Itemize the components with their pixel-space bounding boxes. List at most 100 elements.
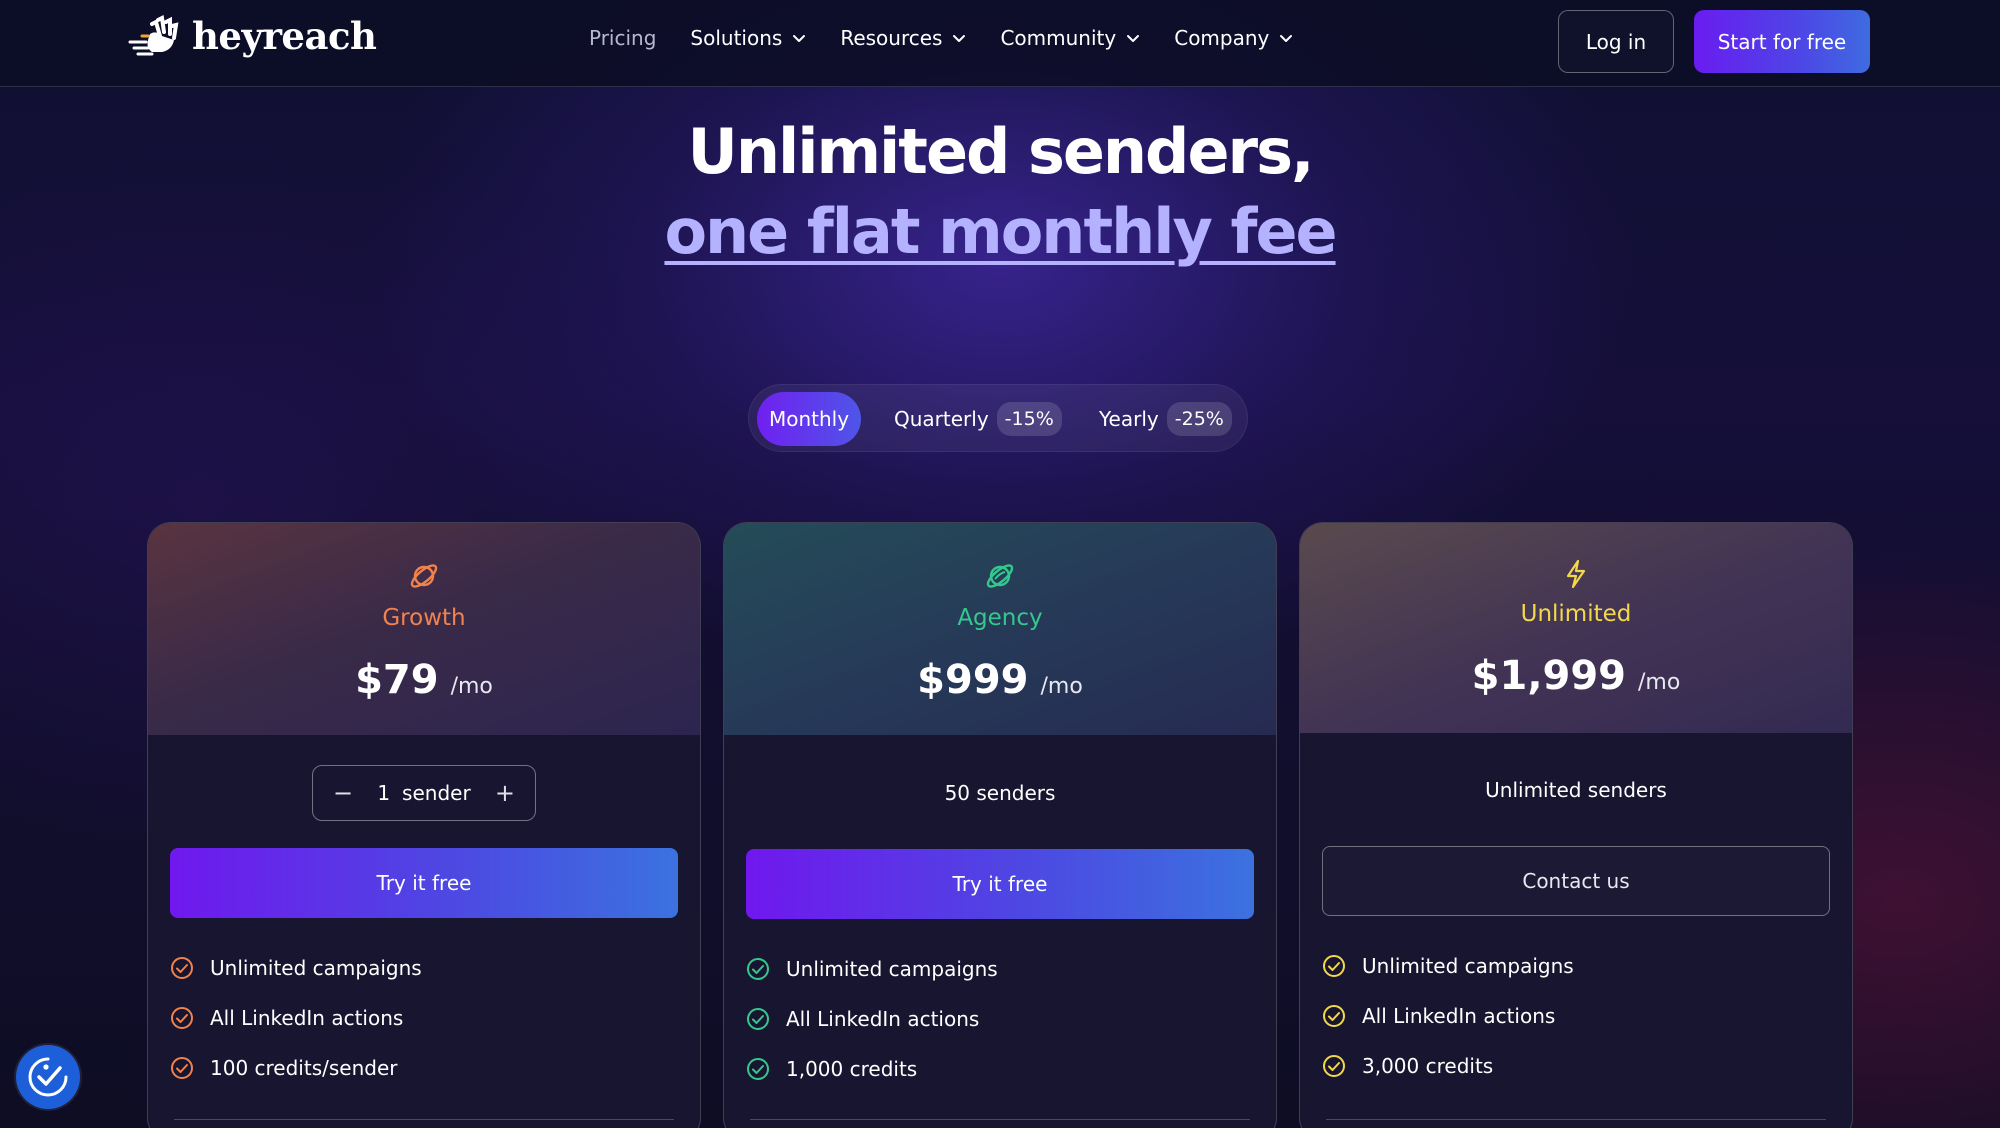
senders-label: Unlimited senders bbox=[1485, 778, 1667, 802]
chevron-down-icon bbox=[1280, 35, 1293, 42]
increment-button[interactable]: + bbox=[493, 779, 517, 807]
planet-icon bbox=[410, 564, 438, 588]
list-item: All LinkedIn actions bbox=[746, 994, 1254, 1044]
toggle-monthly-label: Monthly bbox=[768, 407, 850, 431]
nav-community[interactable]: Community bbox=[1000, 26, 1140, 50]
plan-card-growth: Growth $79 /mo − 1 sender + Try it free … bbox=[147, 522, 701, 1128]
nav-pricing[interactable]: Pricing bbox=[589, 26, 656, 50]
plan-period: /mo bbox=[450, 674, 493, 699]
plan-header-growth: Growth $79 /mo bbox=[148, 523, 700, 735]
divider bbox=[1326, 1119, 1826, 1120]
toggle-yearly-label: Yearly bbox=[1099, 407, 1159, 431]
plan-header-unlimited: Unlimited $1,999 /mo bbox=[1300, 523, 1852, 733]
lightning-icon bbox=[1566, 559, 1586, 589]
feature-label: Unlimited campaigns bbox=[1362, 954, 1574, 978]
price-row: $1,999 /mo bbox=[1472, 653, 1681, 699]
nav-company-label: Company bbox=[1174, 26, 1270, 50]
login-button[interactable]: Log in bbox=[1558, 10, 1674, 73]
hero-title: Unlimited senders, bbox=[687, 115, 1314, 188]
decrement-button[interactable]: − bbox=[331, 779, 355, 807]
list-item: 100 credits/sender bbox=[170, 1043, 678, 1093]
plan-price: $999 bbox=[917, 657, 1029, 703]
toggle-quarterly-label: Quarterly bbox=[894, 407, 989, 431]
plan-price: $79 bbox=[355, 657, 439, 703]
nav-solutions[interactable]: Solutions bbox=[690, 26, 806, 50]
nav-company[interactable]: Company bbox=[1174, 26, 1293, 50]
hero-section: Unlimited senders, one flat monthly fee bbox=[0, 112, 2000, 272]
waving-hand-icon bbox=[128, 14, 179, 56]
nav-resources[interactable]: Resources bbox=[840, 26, 966, 50]
feature-label: 100 credits/sender bbox=[210, 1056, 398, 1080]
list-item: Unlimited campaigns bbox=[746, 944, 1254, 994]
feature-list: Unlimited campaigns All LinkedIn actions… bbox=[746, 944, 1254, 1094]
plan-name: Growth bbox=[382, 605, 466, 631]
plan-period: /mo bbox=[1040, 674, 1083, 699]
check-circle-icon bbox=[1323, 1005, 1345, 1027]
billing-period-toggle: Monthly Quarterly -15% Yearly -25% bbox=[748, 384, 1248, 452]
plan-name: Agency bbox=[957, 605, 1043, 631]
feature-list: Unlimited campaigns All LinkedIn actions… bbox=[1322, 941, 1830, 1091]
try-it-free-button[interactable]: Try it free bbox=[170, 848, 678, 918]
list-item: All LinkedIn actions bbox=[170, 993, 678, 1043]
brand-name: heyreach bbox=[192, 14, 377, 58]
check-circle-icon bbox=[747, 1008, 769, 1030]
nav-pricing-label: Pricing bbox=[589, 26, 657, 50]
nav-solutions-label: Solutions bbox=[690, 26, 783, 50]
senders-label: 50 senders bbox=[944, 781, 1056, 805]
check-circle-icon bbox=[747, 1058, 769, 1080]
price-row: $79 /mo bbox=[355, 657, 493, 703]
feature-label: Unlimited campaigns bbox=[786, 957, 998, 981]
list-item: Unlimited campaigns bbox=[1322, 941, 1830, 991]
accessibility-check-icon bbox=[28, 1057, 68, 1097]
plan-card-unlimited: Unlimited $1,999 /mo Unlimited senders C… bbox=[1299, 522, 1853, 1128]
check-circle-icon bbox=[1323, 955, 1345, 977]
check-circle-icon bbox=[171, 1057, 193, 1079]
plan-header-agency: Agency $999 /mo bbox=[724, 523, 1276, 735]
plan-card-agency: Agency $999 /mo 50 senders Try it free U… bbox=[723, 522, 1277, 1128]
chevron-down-icon bbox=[953, 35, 966, 42]
list-item: All LinkedIn actions bbox=[1322, 991, 1830, 1041]
sender-quantity-stepper: − 1 sender + bbox=[312, 765, 536, 821]
sender-unit: sender bbox=[402, 781, 471, 805]
plan-price: $1,999 bbox=[1471, 653, 1627, 699]
nav-resources-label: Resources bbox=[840, 26, 943, 50]
yearly-discount-badge: -25% bbox=[1166, 402, 1232, 436]
nav-community-label: Community bbox=[1000, 26, 1117, 50]
check-circle-icon bbox=[171, 1007, 193, 1029]
divider bbox=[750, 1119, 1250, 1120]
check-circle-icon bbox=[747, 958, 769, 980]
sender-count: 1 bbox=[377, 781, 391, 805]
plan-period: /mo bbox=[1638, 670, 1681, 695]
feature-label: All LinkedIn actions bbox=[786, 1007, 980, 1031]
feature-label: All LinkedIn actions bbox=[1362, 1004, 1556, 1028]
toggle-quarterly[interactable]: Quarterly -15% bbox=[894, 392, 1062, 446]
feature-label: 1,000 credits bbox=[786, 1057, 918, 1081]
chevron-down-icon bbox=[793, 35, 806, 42]
check-circle-icon bbox=[171, 957, 193, 979]
quarterly-discount-badge: -15% bbox=[996, 402, 1062, 436]
feature-label: Unlimited campaigns bbox=[210, 956, 422, 980]
top-navbar: heyreach Pricing Solutions Resources Com… bbox=[0, 0, 2000, 87]
toggle-monthly[interactable]: Monthly bbox=[757, 392, 861, 446]
stepper-value: 1 sender bbox=[377, 781, 470, 805]
price-row: $999 /mo bbox=[917, 657, 1083, 703]
list-item: 1,000 credits bbox=[746, 1044, 1254, 1094]
feature-label: All LinkedIn actions bbox=[210, 1006, 404, 1030]
start-for-free-button[interactable]: Start for free bbox=[1694, 10, 1870, 73]
divider bbox=[174, 1119, 674, 1120]
chevron-down-icon bbox=[1127, 35, 1140, 42]
toggle-yearly[interactable]: Yearly -25% bbox=[1099, 392, 1232, 446]
contact-us-button[interactable]: Contact us bbox=[1322, 846, 1830, 916]
feature-list: Unlimited campaigns All LinkedIn actions… bbox=[170, 943, 678, 1093]
list-item: Unlimited campaigns bbox=[170, 943, 678, 993]
try-it-free-button[interactable]: Try it free bbox=[746, 849, 1254, 919]
feature-label: 3,000 credits bbox=[1362, 1054, 1494, 1078]
brand-logo[interactable]: heyreach bbox=[128, 14, 377, 58]
main-nav: Pricing Solutions Resources Community Co… bbox=[589, 26, 1327, 50]
hero-subtitle: one flat monthly fee bbox=[664, 195, 1337, 268]
plan-name: Unlimited bbox=[1520, 601, 1632, 627]
planet-icon bbox=[986, 564, 1014, 588]
list-item: 3,000 credits bbox=[1322, 1041, 1830, 1091]
check-circle-icon bbox=[1323, 1055, 1345, 1077]
accessibility-widget-button[interactable] bbox=[16, 1045, 80, 1109]
